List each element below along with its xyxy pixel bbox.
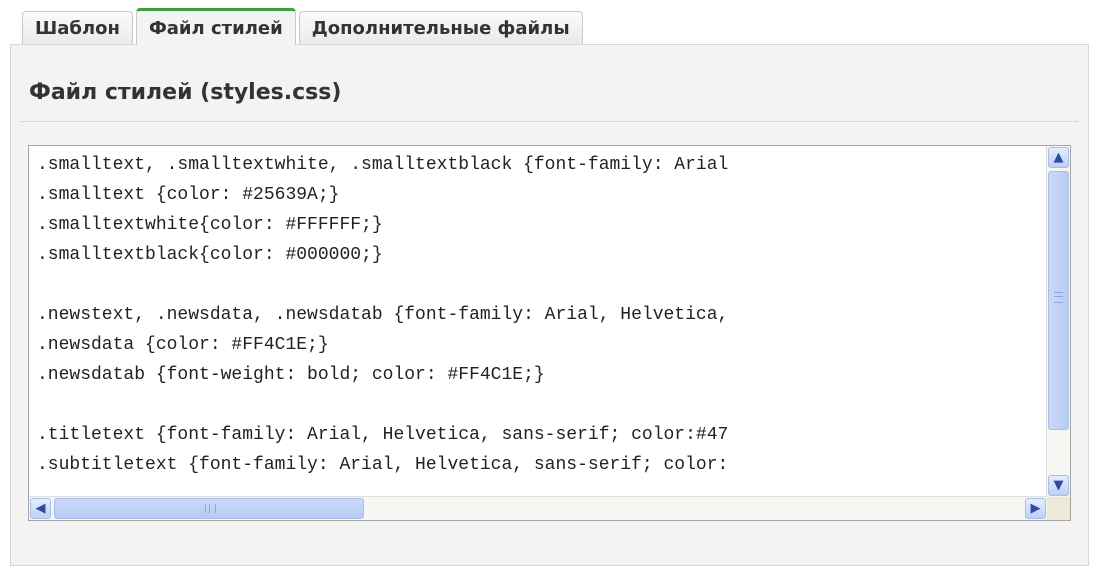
horizontal-scroll-thumb[interactable] — [54, 498, 364, 519]
tab-additional-files[interactable]: Дополнительные файлы — [298, 11, 583, 45]
code-line: .newsdatab {font-weight: bold; color: #F… — [37, 365, 545, 385]
vertical-scroll-thumb[interactable] — [1048, 171, 1069, 430]
tab-stylesheet[interactable]: Файл стилей — [135, 8, 296, 45]
grip-icon — [1054, 292, 1063, 303]
chevron-up-icon[interactable]: ▲ — [1048, 147, 1069, 168]
grip-icon — [205, 504, 216, 513]
horizontal-scrollbar[interactable]: ◀ ▶ — [29, 496, 1047, 520]
code-line: .smalltextwhite{color: #FFFFFF;} — [37, 215, 383, 235]
chevron-down-icon[interactable]: ▼ — [1048, 475, 1069, 496]
code-line: .subtitletext {font-family: Arial, Helve… — [37, 455, 729, 475]
code-line: .smalltext, .smalltextwhite, .smalltextb… — [37, 155, 729, 175]
chevron-left-icon[interactable]: ◀ — [30, 498, 51, 519]
section-heading: Файл стилей (styles.css) — [29, 80, 342, 105]
code-line: .titletext {font-family: Arial, Helvetic… — [37, 425, 729, 445]
css-editor-textarea[interactable]: .smalltext, .smalltextwhite, .smalltextb… — [28, 145, 1071, 521]
code-content[interactable]: .smalltext, .smalltextwhite, .smalltextb… — [37, 150, 1044, 494]
code-line: .smalltextblack{color: #000000;} — [37, 245, 383, 265]
code-line: .newsdata {color: #FF4C1E;} — [37, 335, 329, 355]
vertical-scrollbar[interactable]: ▲ ▼ — [1046, 146, 1070, 497]
stylesheet-panel: Файл стилей (styles.css) .smalltext, .sm… — [10, 44, 1089, 566]
chevron-right-icon[interactable]: ▶ — [1025, 498, 1046, 519]
dotted-divider — [21, 121, 1078, 122]
tab-template[interactable]: Шаблон — [22, 11, 133, 45]
code-line: .smalltext {color: #25639A;} — [37, 185, 340, 205]
code-line: .newstext, .newsdata, .newsdatab {font-f… — [37, 305, 729, 325]
tab-bar: Шаблон Файл стилей Дополнительные файлы — [22, 8, 586, 45]
scrollbar-corner — [1047, 497, 1070, 520]
